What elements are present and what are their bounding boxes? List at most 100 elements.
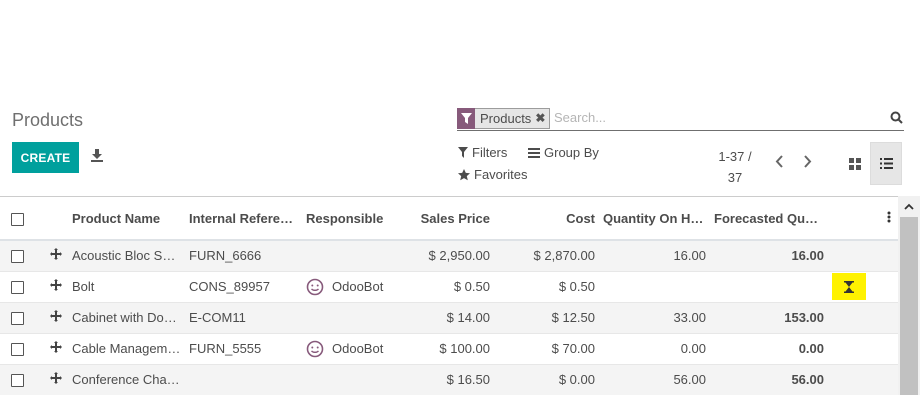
- row-checkbox[interactable]: [11, 281, 24, 295]
- drag-handle-icon[interactable]: [44, 270, 68, 302]
- facet-remove-icon[interactable]: ✖: [535, 109, 549, 128]
- scrollbar-thumb[interactable]: [900, 217, 918, 395]
- drag-handle-icon[interactable]: [44, 239, 68, 271]
- products-table: Product Name Internal Refere… Responsibl…: [0, 197, 898, 395]
- cost-cell: $ 12.50: [494, 301, 599, 333]
- table-row[interactable]: Conference Chai… $ 16.50 $ 0.00 56.00 56…: [0, 363, 898, 395]
- forecasted-quantity-cell: 153.00: [710, 301, 828, 333]
- chevron-up-icon[interactable]: [898, 196, 920, 216]
- internal-reference-cell: [185, 363, 302, 395]
- quantity-on-hand-cell: 33.00: [599, 301, 710, 333]
- select-all-cell[interactable]: [0, 197, 44, 241]
- table-row[interactable]: Acoustic Bloc Sc… FURN_6666 $ 2,950.00 $…: [0, 239, 898, 271]
- column-header[interactable]: Responsible: [302, 197, 389, 241]
- sales-price-cell: $ 16.50: [389, 363, 494, 395]
- responsible-cell: OdooBot: [302, 270, 389, 302]
- row-checkbox[interactable]: [11, 343, 24, 357]
- forecasted-quantity-cell: 0.00: [710, 332, 828, 364]
- responsible-name: OdooBot: [332, 279, 384, 294]
- row-extra-cell: [828, 270, 898, 302]
- facet-label: Products: [480, 111, 532, 126]
- search-icon[interactable]: [890, 111, 903, 127]
- select-all-checkbox[interactable]: [11, 212, 24, 226]
- optional-columns-toggle[interactable]: [828, 197, 898, 241]
- pager-total: 37: [727, 170, 743, 185]
- search-facet: Products ✖: [457, 108, 551, 129]
- row-extra-cell: [828, 239, 898, 271]
- odoobot-avatar-icon: [306, 340, 324, 357]
- odoobot-avatar-icon: [306, 278, 324, 295]
- create-button[interactable]: CREATE: [12, 142, 79, 173]
- vertical-scrollbar[interactable]: [898, 196, 920, 395]
- list-view-button[interactable]: [870, 142, 902, 185]
- column-header[interactable]: Quantity On Hand: [599, 197, 710, 241]
- search-input[interactable]: [554, 110, 874, 125]
- row-extra-cell: [828, 363, 898, 395]
- responsible-cell: [302, 239, 389, 271]
- table-row[interactable]: Cable Managem… FURN_5555 OdooBot $ 100.0…: [0, 332, 898, 364]
- responsible-name: OdooBot: [332, 341, 384, 356]
- control-panel: Products CREATE Products ✖ Filters Group…: [0, 0, 920, 196]
- kanban-view-button[interactable]: [839, 142, 871, 185]
- bars-icon: [528, 148, 540, 158]
- forecasted-quantity-cell: 56.00: [710, 363, 828, 395]
- sales-price-cell: $ 100.00: [389, 332, 494, 364]
- grid-icon: [849, 157, 861, 170]
- download-icon[interactable]: [90, 148, 108, 166]
- drag-handle-icon[interactable]: [44, 332, 68, 364]
- internal-reference-cell: FURN_5555: [185, 332, 302, 364]
- row-select-cell[interactable]: [0, 332, 44, 364]
- table-row[interactable]: Bolt CONS_89957 OdooBot $ 0.50 $ 0.50: [0, 270, 898, 302]
- group-by-label: Group By: [544, 145, 599, 160]
- table-row[interactable]: Cabinet with Doo… E-COM11 $ 14.00 $ 12.5…: [0, 301, 898, 333]
- internal-reference-cell: E-COM11: [185, 301, 302, 333]
- forecasted-quantity-cell: 16.00: [710, 239, 828, 271]
- row-checkbox[interactable]: [11, 250, 24, 264]
- sales-price-cell: $ 2,950.00: [389, 239, 494, 271]
- row-select-cell[interactable]: [0, 270, 44, 302]
- table-header-row: Product Name Internal Refere… Responsibl…: [0, 197, 898, 241]
- product-name-cell: Cable Managem…: [68, 332, 185, 364]
- quantity-on-hand-cell: 16.00: [599, 239, 710, 271]
- chevron-left-icon[interactable]: [775, 155, 784, 171]
- cost-cell: $ 0.00: [494, 363, 599, 395]
- drag-handle-icon[interactable]: [44, 301, 68, 333]
- cost-cell: $ 0.50: [494, 270, 599, 302]
- column-header[interactable]: Cost: [494, 197, 599, 241]
- sales-price-cell: $ 14.00: [389, 301, 494, 333]
- row-checkbox[interactable]: [11, 374, 24, 388]
- responsible-cell: OdooBot: [302, 332, 389, 364]
- list-icon: [879, 158, 893, 169]
- sales-price-cell: $ 0.50: [389, 270, 494, 302]
- row-checkbox[interactable]: [11, 312, 24, 326]
- row-extra-cell: [828, 301, 898, 333]
- forecasted-quantity-cell: [710, 270, 828, 302]
- row-select-cell[interactable]: [0, 363, 44, 395]
- row-select-cell[interactable]: [0, 301, 44, 333]
- column-header[interactable]: Product Name: [68, 197, 185, 241]
- product-name-cell: Conference Chai…: [68, 363, 185, 395]
- pager-value[interactable]: 1-37 / 37: [712, 146, 758, 188]
- product-list: Product Name Internal Refere… Responsibl…: [0, 196, 920, 395]
- group-by-button[interactable]: Group By: [528, 145, 599, 160]
- hourglass-icon[interactable]: [832, 273, 866, 300]
- drag-handle-icon[interactable]: [44, 363, 68, 395]
- filters-button[interactable]: Filters: [458, 145, 507, 160]
- column-header[interactable]: Forecasted Quan…: [710, 197, 828, 241]
- product-name-cell: Bolt: [68, 270, 185, 302]
- star-icon: [458, 168, 470, 180]
- favorites-button[interactable]: Favorites: [458, 167, 527, 182]
- search-bar: Products ✖: [457, 108, 904, 131]
- filter-icon: [458, 147, 468, 158]
- column-header[interactable]: Sales Price: [389, 197, 494, 241]
- responsible-cell: [302, 301, 389, 333]
- column-header[interactable]: Internal Refere…: [185, 197, 302, 241]
- responsible-cell: [302, 363, 389, 395]
- product-name-cell: Cabinet with Doo…: [68, 301, 185, 333]
- cost-cell: $ 70.00: [494, 332, 599, 364]
- cost-cell: $ 2,870.00: [494, 239, 599, 271]
- ellipsis-vertical-icon: [887, 211, 891, 222]
- page-title: Products: [12, 110, 84, 130]
- row-select-cell[interactable]: [0, 239, 44, 271]
- chevron-right-icon[interactable]: [803, 155, 812, 171]
